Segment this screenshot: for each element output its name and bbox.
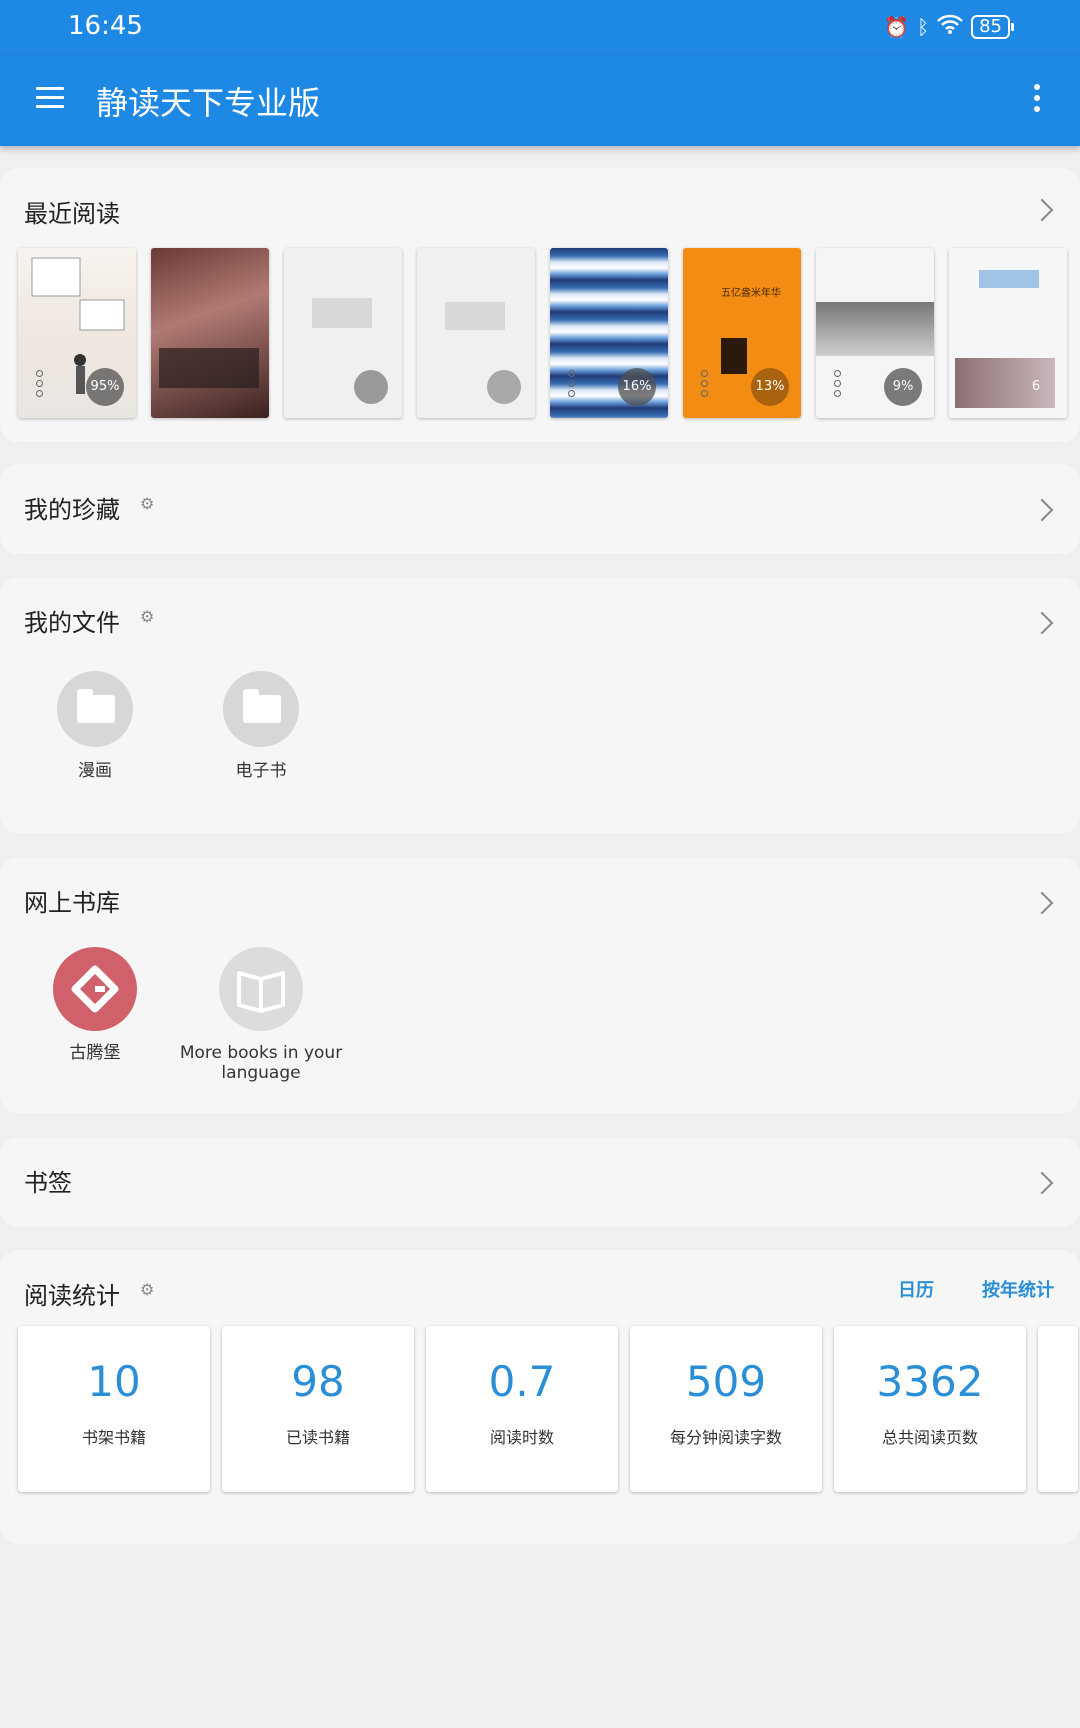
chevron-right-icon[interactable] — [1030, 198, 1054, 222]
alarm-icon: ⏰ — [884, 14, 910, 39]
chevron-right-icon[interactable] — [1030, 1171, 1054, 1195]
book-cover[interactable] — [417, 248, 535, 418]
reading-stats-title: 阅读统计 — [24, 1282, 120, 1310]
more-options-icon[interactable] — [1034, 84, 1042, 117]
chevron-right-icon[interactable] — [1030, 891, 1054, 915]
reading-stats-card: 阅读统计 ⚙ 日历 按年统计 10 书架书籍 98 已读书籍 0.7 阅读时数 … — [0, 1250, 1080, 1544]
book-options-icon[interactable] — [701, 370, 708, 400]
book-cover[interactable]: 16% — [550, 248, 668, 418]
calendar-button[interactable]: 日历 — [898, 1276, 934, 1302]
library-label: 古腾堡 — [69, 1043, 121, 1063]
book-cover-title: 五亿盎米年华 — [721, 288, 781, 299]
favorites-title: 我的珍藏 — [24, 496, 120, 524]
library-label: More books in your language — [179, 1043, 343, 1083]
stat-card-partial[interactable] — [1038, 1326, 1078, 1492]
stat-value: 3362 — [876, 1357, 984, 1406]
book-progress-badge: 95% — [86, 368, 124, 406]
book-progress-badge: 13% — [751, 368, 789, 406]
folder-icon — [223, 671, 299, 747]
book-progress-badge: 6 — [1031, 379, 1041, 394]
open-book-icon — [219, 947, 303, 1031]
my-files-card: 我的文件 ⚙ 漫画 电子书 — [0, 577, 1080, 833]
status-time: 16:45 — [68, 11, 143, 41]
gear-icon[interactable]: ⚙ — [140, 609, 156, 625]
favorites-card[interactable]: 我的珍藏 ⚙ — [0, 464, 1080, 554]
stat-label: 书架书籍 — [81, 1428, 146, 1447]
library-item-more-books[interactable]: More books in your language — [176, 947, 346, 1083]
chevron-right-icon[interactable] — [1030, 498, 1054, 522]
app-title: 静读天下专业版 — [96, 84, 321, 122]
stat-value: 98 — [291, 1357, 345, 1406]
stat-label: 已读书籍 — [285, 1428, 350, 1447]
folder-item-manga[interactable]: 漫画 — [10, 671, 180, 781]
stat-card[interactable]: 509 每分钟阅读字数 — [630, 1326, 822, 1492]
book-options-icon[interactable] — [36, 370, 43, 400]
menu-icon[interactable] — [36, 87, 64, 109]
stat-value: 0.7 — [488, 1357, 556, 1406]
stats-row: 10 书架书籍 98 已读书籍 0.7 阅读时数 509 每分钟阅读字数 336… — [18, 1326, 1078, 1492]
book-cover[interactable]: 9% — [816, 248, 934, 418]
status-bar: 16:45 ⏰ ᛒ 85 — [0, 0, 1080, 56]
stat-label: 每分钟阅读字数 — [669, 1428, 782, 1447]
book-progress-badge: 9% — [884, 368, 922, 406]
stat-card[interactable]: 98 已读书籍 — [222, 1326, 414, 1492]
online-library-card: 网上书库 古腾堡 More books in your language — [0, 857, 1080, 1113]
app-bar: 静读天下专业版 — [0, 56, 1080, 146]
stat-card[interactable]: 10 书架书籍 — [18, 1326, 210, 1492]
book-cover[interactable]: 6 — [949, 248, 1067, 418]
yearly-stats-button[interactable]: 按年统计 — [982, 1276, 1054, 1302]
stat-label: 阅读时数 — [489, 1428, 554, 1447]
my-files-title[interactable]: 我的文件 — [24, 603, 120, 638]
book-cover[interactable] — [284, 248, 402, 418]
book-options-icon[interactable] — [568, 370, 575, 400]
folder-label: 电子书 — [235, 761, 287, 781]
bookmarks-card[interactable]: 书签 — [0, 1137, 1080, 1227]
library-item-gutenberg[interactable]: 古腾堡 — [10, 947, 180, 1063]
book-cover[interactable]: 95% — [18, 248, 136, 418]
bluetooth-icon: ᛒ — [917, 14, 930, 39]
book-cover[interactable]: 五亿盎米年华 13% — [683, 248, 801, 418]
gutenberg-icon — [53, 947, 137, 1031]
folder-label: 漫画 — [78, 761, 112, 781]
book-progress-badge: 16% — [618, 368, 656, 406]
wifi-icon — [937, 14, 963, 39]
stat-card[interactable]: 0.7 阅读时数 — [426, 1326, 618, 1492]
status-icons: ⏰ ᛒ 85 — [884, 14, 1014, 39]
stat-value: 509 — [685, 1357, 767, 1406]
gear-icon[interactable]: ⚙ — [140, 496, 156, 512]
recent-reading-title[interactable]: 最近阅读 — [24, 194, 120, 229]
recent-reading-card: 最近阅读 95% 16% 五亿盎米年华 13% 9% 6 — [0, 168, 1080, 442]
stat-label: 总共阅读页数 — [881, 1428, 978, 1447]
online-library-title[interactable]: 网上书库 — [24, 883, 120, 918]
chevron-right-icon[interactable] — [1030, 611, 1054, 635]
battery-indicator: 85 — [971, 14, 1014, 39]
book-cover[interactable] — [151, 248, 269, 418]
folder-item-ebooks[interactable]: 电子书 — [176, 671, 346, 781]
gear-icon[interactable]: ⚙ — [140, 1282, 156, 1298]
bookmarks-title: 书签 — [24, 1169, 72, 1197]
book-options-icon[interactable] — [834, 370, 841, 400]
folder-icon — [57, 671, 133, 747]
recent-books-list: 95% 16% 五亿盎米年华 13% 9% 6 — [18, 248, 1067, 418]
stat-value: 10 — [87, 1357, 141, 1406]
stat-card[interactable]: 3362 总共阅读页数 — [834, 1326, 1026, 1492]
